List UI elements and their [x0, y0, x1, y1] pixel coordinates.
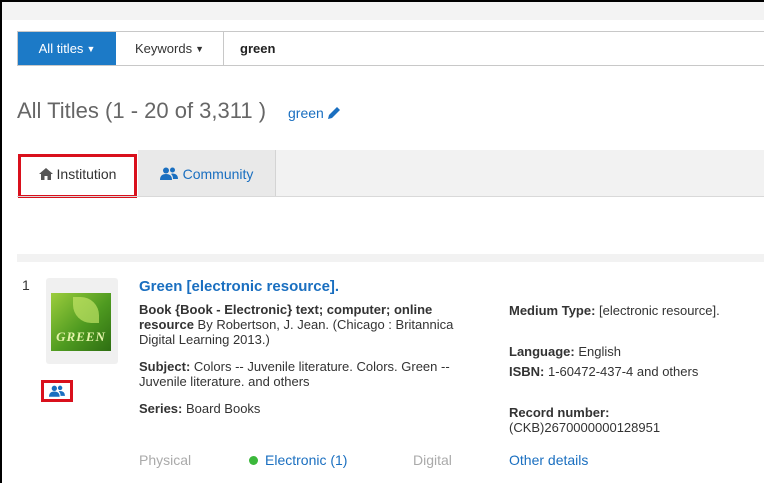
result-series: Series: Board Books	[139, 401, 260, 416]
language-label: Language:	[509, 344, 575, 359]
medium-type: Medium Type: [electronic resource].	[509, 303, 749, 318]
series-value: Board Books	[182, 401, 261, 416]
leaf-graphic	[73, 297, 99, 323]
pencil-icon	[327, 107, 340, 119]
cover-title-text: GREEN	[56, 329, 106, 344]
language-value: English	[574, 344, 621, 359]
result-number: 1	[22, 277, 30, 293]
book-cover-image[interactable]: GREEN	[51, 293, 111, 351]
medium-value: [electronic resource].	[595, 303, 720, 318]
isbn-value: 1-60472-437-4 and others	[544, 364, 699, 379]
record-number: Record number: (CKB)2670000000128951	[509, 405, 749, 435]
results-title: All Titles (1 - 20 of 3,311 )	[17, 98, 267, 123]
caret-down-icon: ▼	[195, 43, 204, 54]
search-input[interactable]	[240, 32, 740, 65]
isbn-label: ISBN:	[509, 364, 545, 379]
caret-down-icon: ▼	[86, 43, 96, 54]
series-label: Series:	[139, 401, 183, 416]
section-separator	[17, 254, 764, 262]
field-dropdown-label: Keywords	[135, 41, 193, 56]
subject-label: Subject:	[139, 359, 191, 374]
record-number-value: (CKB)2670000000128951	[509, 420, 661, 435]
query-link-text: green	[288, 105, 324, 121]
users-icon	[159, 167, 178, 180]
highlight-box	[18, 154, 137, 198]
isbn: ISBN: 1-60472-437-4 and others	[509, 364, 749, 379]
availability-physical: Physical	[139, 452, 192, 468]
scope-dropdown-label: All titles	[38, 41, 84, 56]
query-edit-link[interactable]: green	[288, 105, 341, 121]
record-number-label: Record number:	[509, 405, 610, 420]
tabs-divider	[17, 196, 764, 197]
window-border-left	[0, 0, 2, 483]
search-bar: All titles ▼ Keywords ▼	[17, 31, 764, 66]
availability-digital: Digital	[413, 452, 452, 468]
result-subject: Subject: Colors -- Juvenile literature. …	[139, 359, 479, 389]
availability-electronic-label: Electronic (1)	[265, 452, 348, 468]
users-icon	[49, 385, 65, 397]
top-band	[2, 2, 764, 20]
tab-community[interactable]: Community	[138, 150, 276, 197]
available-dot-icon	[249, 455, 258, 465]
community-badge[interactable]	[41, 380, 73, 402]
availability-electronic[interactable]: Electronic (1)	[249, 452, 347, 468]
tab-community-label: Community	[182, 165, 254, 182]
result-description: Book {Book - Electronic} text; computer;…	[139, 302, 479, 347]
medium-label: Medium Type:	[509, 303, 596, 318]
field-dropdown[interactable]: Keywords ▼	[116, 32, 224, 65]
language: Language: English	[509, 344, 749, 359]
other-details-link[interactable]: Other details	[509, 452, 588, 468]
result-title-link[interactable]: Green [electronic resource].	[139, 278, 339, 295]
scope-dropdown[interactable]: All titles ▼	[18, 32, 116, 65]
